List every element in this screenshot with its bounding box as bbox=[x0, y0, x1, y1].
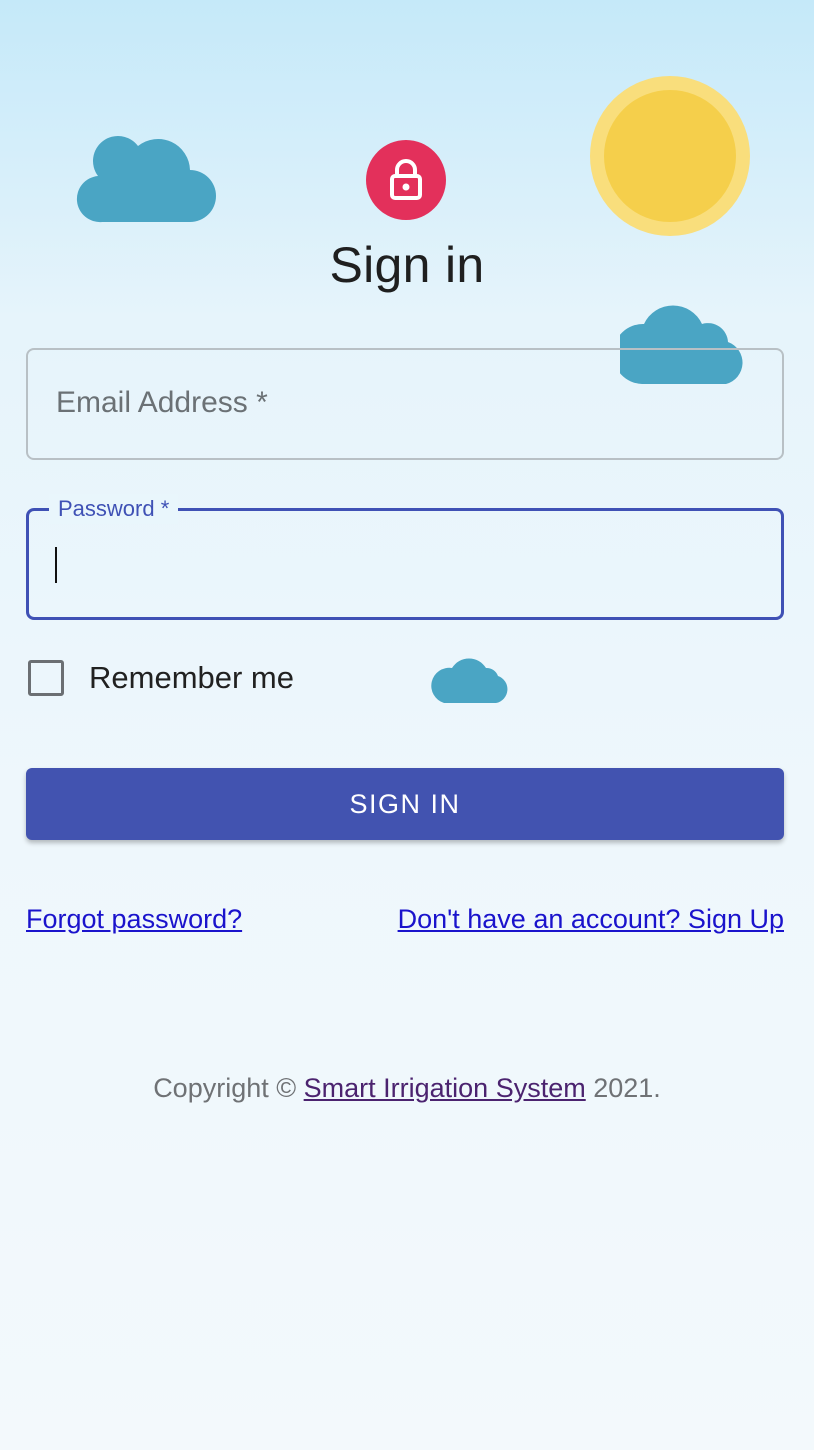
forgot-password-link[interactable]: Forgot password? bbox=[26, 904, 242, 935]
password-label: Password * bbox=[49, 494, 179, 524]
lock-icon bbox=[390, 159, 422, 200]
lock-avatar bbox=[366, 140, 446, 220]
brand-link[interactable]: Smart Irrigation System bbox=[304, 1073, 586, 1103]
cloud-icon bbox=[76, 136, 216, 223]
password-field[interactable]: Password * bbox=[26, 494, 784, 620]
sun-icon bbox=[590, 76, 750, 236]
copyright-footer: Copyright © Smart Irrigation System 2021… bbox=[153, 1073, 661, 1103]
sign-up-link[interactable]: Don't have an account? Sign Up bbox=[398, 904, 784, 935]
sign-in-button[interactable]: SIGN IN bbox=[26, 768, 784, 840]
cloud-icon bbox=[431, 658, 508, 703]
email-label: Email Address * bbox=[56, 386, 268, 419]
email-field[interactable]: Email Address * bbox=[26, 348, 784, 460]
remember-me-label[interactable]: Remember me bbox=[89, 660, 294, 696]
remember-me-checkbox[interactable] bbox=[28, 660, 64, 696]
page-title: Sign in bbox=[329, 237, 485, 293]
text-caret bbox=[55, 547, 57, 583]
remember-me-row[interactable]: Remember me bbox=[28, 660, 294, 696]
